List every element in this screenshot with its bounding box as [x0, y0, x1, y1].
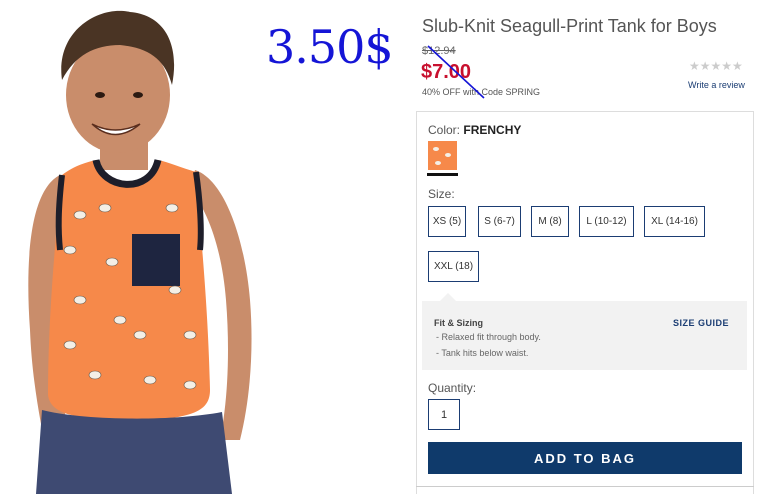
color-label-text: Color:: [428, 123, 461, 137]
write-review-link[interactable]: Write a review: [688, 80, 745, 90]
color-label: Color: FRENCHY: [428, 123, 521, 137]
fit-item: - Tank hits below waist.: [436, 348, 529, 358]
overlay-price-annotation: 3.50$: [266, 20, 394, 74]
size-guide-link[interactable]: SIZE GUIDE: [673, 318, 729, 328]
add-to-bag-button[interactable]: ADD TO BAG: [428, 442, 742, 474]
swatch-pattern-icon: [428, 141, 457, 170]
product-title: Slub-Knit Seagull-Print Tank for Boys: [422, 16, 717, 36]
fit-item: - Relaxed fit through body.: [436, 332, 541, 342]
product-image: [0, 0, 300, 494]
size-option-l[interactable]: L (10-12): [579, 206, 634, 237]
size-option-xl[interactable]: XL (14-16): [644, 206, 705, 237]
size-option-m[interactable]: M (8): [531, 206, 569, 237]
rating-stars: ★★★★★: [689, 59, 743, 73]
quantity-label: Quantity:: [428, 381, 477, 395]
divider: [416, 486, 754, 487]
fit-sizing-title: Fit & Sizing: [434, 318, 483, 328]
color-swatch-frenchy[interactable]: [428, 141, 457, 170]
quantity-input[interactable]: [428, 399, 460, 430]
original-price: $12.94: [422, 45, 456, 57]
sale-price: $7.00: [421, 61, 472, 83]
promo-text: 40% OFF with Code SPRING: [422, 87, 541, 97]
size-option-xs[interactable]: XS (5): [428, 206, 466, 237]
size-label: Size:: [428, 187, 455, 201]
size-option-xxl[interactable]: XXL (18): [428, 251, 479, 282]
swatch-selected-indicator: [427, 173, 458, 176]
color-value: FRENCHY: [463, 123, 522, 137]
size-option-s[interactable]: S (6-7): [478, 206, 521, 237]
